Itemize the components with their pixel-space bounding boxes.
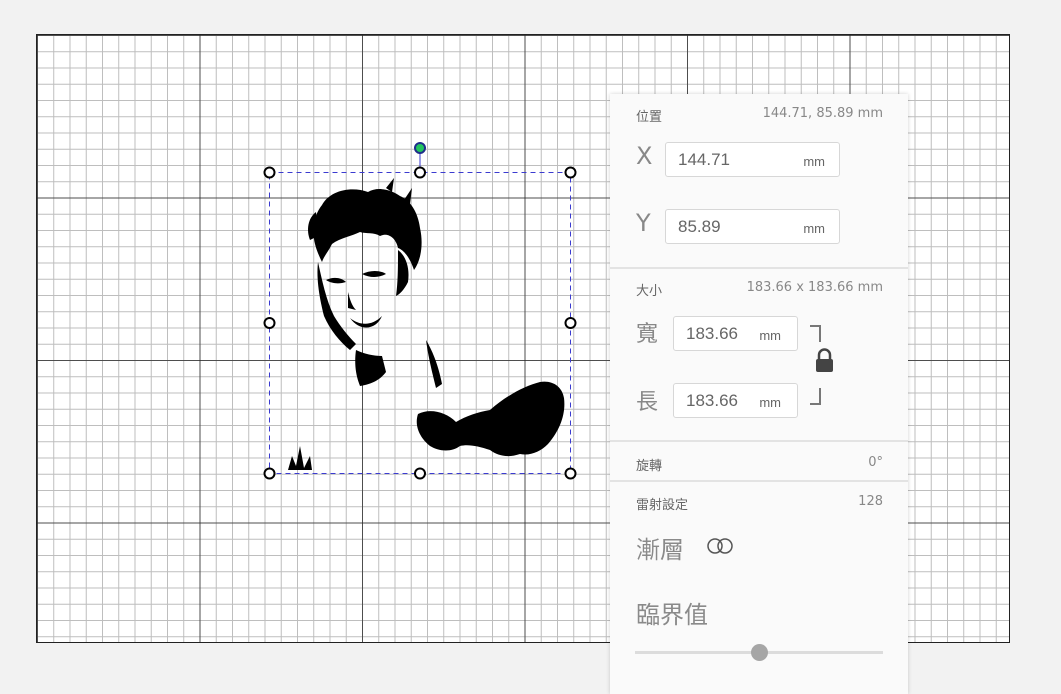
y-field[interactable]: mm [665,209,840,244]
y-unit: mm [803,221,825,236]
y-axis-label: Y [636,209,651,237]
width-field[interactable]: mm [673,316,798,351]
width-label: 寬 [636,322,659,347]
rotation-value: 0° [868,455,883,470]
size-header: 大小 183.66 x 183.66 mm [636,280,883,299]
x-axis-label: X [636,142,653,170]
lock-icon[interactable] [816,348,833,373]
aspect-lock-bracket[interactable] [806,322,836,408]
position-label: 位置 [636,110,663,125]
size-summary: 183.66 x 183.66 mm [746,280,883,295]
laser-header: 雷射設定 128 [636,494,883,513]
divider [610,267,908,269]
rotation-label: 旋轉 [636,459,663,474]
rotation-header[interactable]: 旋轉 0° [636,455,883,474]
y-input[interactable] [678,217,778,237]
threshold-slider-thumb[interactable] [750,644,768,661]
gradient-label: 漸層 [636,536,684,564]
height-unit: mm [759,395,781,410]
size-label: 大小 [636,284,663,299]
height-input[interactable] [686,391,756,411]
width-input[interactable] [686,324,756,344]
laser-settings-label: 雷射設定 [636,498,689,513]
properties-panel: 位置 144.71, 85.89 mm X mm Y mm 大小 183.66 … [610,94,908,694]
width-unit: mm [759,328,781,343]
toggle-icon [707,538,733,554]
x-unit: mm [803,154,825,169]
x-input[interactable] [678,150,778,170]
x-field[interactable]: mm [665,142,840,177]
position-summary: 144.71, 85.89 mm [762,106,883,121]
divider [610,440,908,442]
height-field[interactable]: mm [673,383,798,418]
height-label: 長 [636,390,659,415]
position-header: 位置 144.71, 85.89 mm [636,106,883,125]
threshold-label: 臨界值 [636,601,708,629]
divider [610,480,908,482]
gradient-toggle[interactable] [706,537,736,555]
laser-settings-value: 128 [858,494,883,509]
